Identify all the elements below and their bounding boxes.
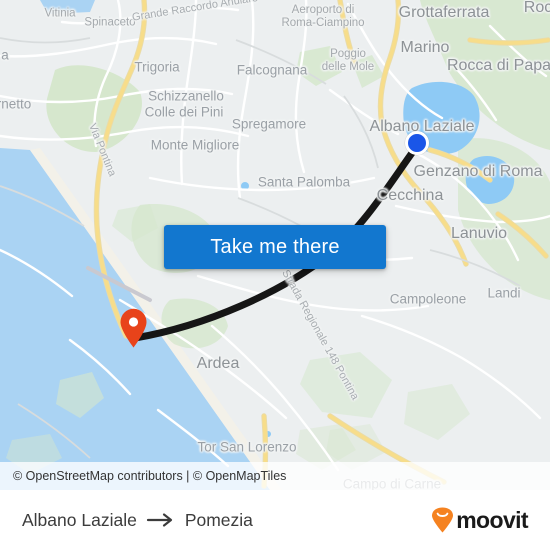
map-canvas[interactable]: Vitinia Spinaceto Grande Raccordo Anulare A… (0, 0, 550, 490)
origin-label: Albano Laziale (22, 509, 137, 530)
attribution-text[interactable]: © OpenStreetMap contributors | © OpenMap… (13, 469, 286, 483)
destination-label: Pomezia (184, 509, 253, 530)
footer-bar: Albano Laziale Pomezia moovit (0, 490, 550, 550)
destination-marker-dot[interactable] (405, 131, 429, 155)
route-title: Albano Laziale Pomezia (22, 510, 253, 531)
take-me-there-button[interactable]: Take me there (164, 225, 386, 269)
origin-marker-pin[interactable] (119, 308, 148, 348)
moovit-logo[interactable]: moovit (431, 506, 529, 534)
moovit-pin-icon (432, 507, 454, 533)
map-attribution-bar: © OpenStreetMap contributors | © OpenMap… (0, 462, 550, 490)
moovit-wordmark: moovit (456, 506, 528, 533)
moovit-map-screen: Vitinia Spinaceto Grande Raccordo Anulare A… (0, 0, 550, 550)
arrow-right-icon (146, 513, 172, 527)
